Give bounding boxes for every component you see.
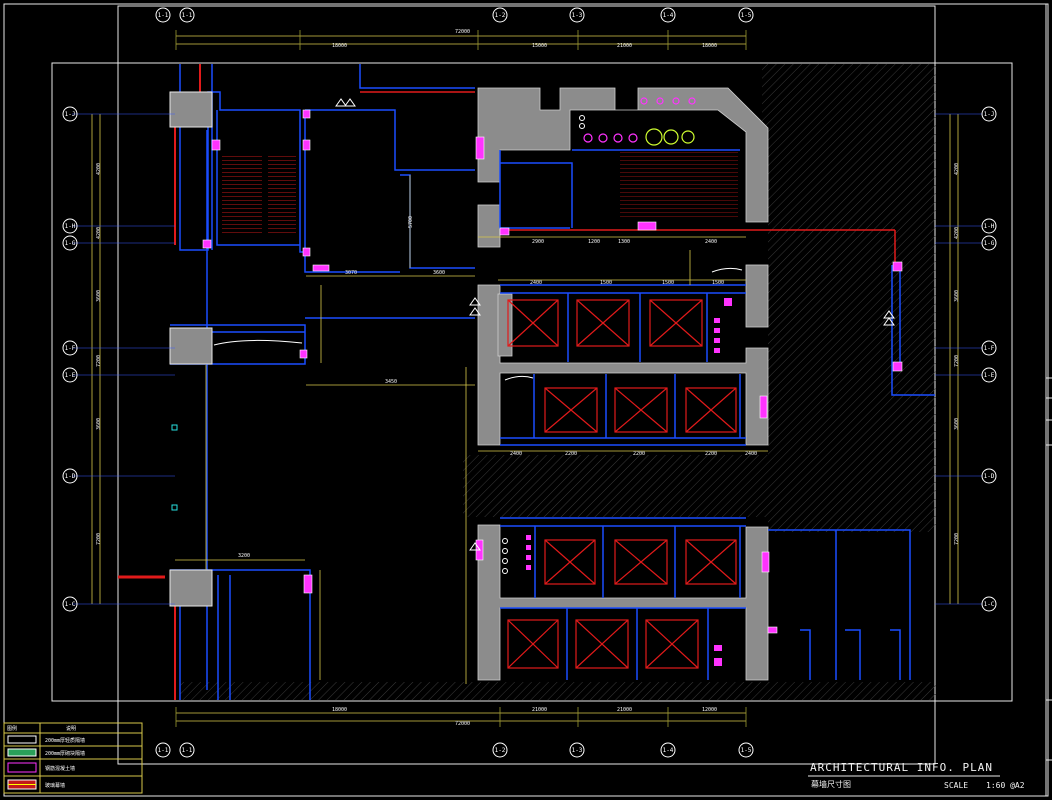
dim-lobby-1: 3070 xyxy=(345,270,357,276)
bubble-left-1: 1-J xyxy=(65,111,76,118)
dim-left-5: 3600 xyxy=(96,418,102,430)
left-wing xyxy=(170,64,475,700)
dim-right-5: 3600 xyxy=(954,418,960,430)
bubble-top-3: 1-2 xyxy=(495,12,506,19)
dim-elev2-1: 2400 xyxy=(510,451,522,457)
dim-shaft-4: 2400 xyxy=(705,239,717,245)
dim-bottom-seg-2: 21000 xyxy=(532,707,547,713)
bubble-bottom-1: 1-1 xyxy=(158,747,169,754)
dim-elev2-3: 2200 xyxy=(633,451,645,457)
dim-left-6: 7200 xyxy=(96,533,102,545)
bubble-left-4: 1-F xyxy=(65,345,76,352)
dim-elev2-4: 2200 xyxy=(705,451,717,457)
bubble-left-7: 1-C xyxy=(65,601,76,608)
dim-elev1-2: 1500 xyxy=(600,280,612,286)
dim-left-1: 4200 xyxy=(96,163,102,175)
dim-lobby-4: 3200 xyxy=(238,553,250,559)
dim-bottom-total: 72000 xyxy=(455,721,470,727)
bubble-bottom-2: 1-1 xyxy=(182,747,193,754)
dim-shaft-1: 2900 xyxy=(532,239,544,245)
dim-left-3: 3600 xyxy=(96,290,102,302)
dim-top-seg-4: 18000 xyxy=(702,43,717,49)
dim-elev2-2: 2200 xyxy=(565,451,577,457)
bubble-top-2: 1-1 xyxy=(182,12,193,19)
dim-bottom-seg-3: 21000 xyxy=(617,707,632,713)
stair-core xyxy=(620,150,738,220)
bubble-bottom-6: 1-5 xyxy=(741,747,752,754)
dim-right-1: 4200 xyxy=(954,163,960,175)
bubble-bottom-3: 1-2 xyxy=(495,747,506,754)
bubble-top-5: 1-4 xyxy=(663,12,674,19)
bubble-top-6: 1-5 xyxy=(741,12,752,19)
legend-table xyxy=(3,722,143,794)
bubble-bottom-5: 1-4 xyxy=(663,747,674,754)
bubble-left-5: 1-E xyxy=(65,372,76,379)
legend-row-1: 200mm厚轻质隔墙 xyxy=(45,737,85,744)
hatch-top-zone xyxy=(762,64,936,222)
dim-right-6: 7200 xyxy=(954,533,960,545)
dim-elev1-3: 1500 xyxy=(662,280,674,286)
bubble-left-2: 1-H xyxy=(65,223,76,230)
stair-left xyxy=(222,155,262,235)
dim-elev1-1: 2400 xyxy=(530,280,542,286)
legend-row-2: 200mm厚砌块隔墙 xyxy=(45,750,85,757)
bubble-right-7: 1-C xyxy=(984,601,995,608)
bubble-right-1: 1-J xyxy=(984,111,995,118)
hatch-bottom-zone xyxy=(180,682,936,700)
sheet-edge-marks xyxy=(1046,377,1052,761)
dim-lobby-3: 3450 xyxy=(385,379,397,385)
scale-value: 1:60 @A2 xyxy=(986,781,1025,790)
bubble-right-6: 1-D xyxy=(984,473,995,480)
dim-shaft-3: 1300 xyxy=(618,239,630,245)
hatch-right-zone xyxy=(768,222,936,532)
bubble-top-1: 1-1 xyxy=(158,12,169,19)
legend-row-4: 玻璃幕墙 xyxy=(45,782,65,789)
bubble-right-5: 1-E xyxy=(984,372,995,379)
dim-top-total: 72000 xyxy=(455,29,470,35)
dim-top-seg-1: 18000 xyxy=(332,43,347,49)
drawing-subtitle: 幕墙尺寸图 xyxy=(811,779,851,789)
bubble-right-2: 1-H xyxy=(984,223,995,230)
dim-lobby-2: 3600 xyxy=(433,270,445,276)
dim-right-2: 4200 xyxy=(954,227,960,239)
legend-row-3: 钢筋混凝土墙 xyxy=(45,765,75,772)
hatch-mid-zone xyxy=(463,455,768,517)
bubble-right-3: 1-G xyxy=(984,240,995,247)
legend-header-1: 图例 xyxy=(7,725,17,732)
scale-label: SCALE xyxy=(944,781,968,790)
bubble-left-6: 1-D xyxy=(65,473,76,480)
dim-top-seg-2: 15000 xyxy=(532,43,547,49)
dim-left-4: 7200 xyxy=(96,355,102,367)
dim-elev2-5: 2400 xyxy=(745,451,757,457)
dim-lobby-5: 5700 xyxy=(408,216,414,228)
bubble-right-4: 1-F xyxy=(984,345,995,352)
drawing-title: ARCHITECTURAL INFO. PLAN xyxy=(810,761,993,774)
dim-bottom-seg-4: 12000 xyxy=(702,707,717,713)
stair-left-2 xyxy=(268,155,296,235)
bubble-left-3: 1-G xyxy=(65,240,76,247)
legend-header-2: 说明 xyxy=(66,725,76,732)
floor-plan-drawing: 72000 18000 15000 21000 18000 18000 2100… xyxy=(3,3,1052,797)
dim-top-seg-3: 21000 xyxy=(617,43,632,49)
bubble-top-4: 1-3 xyxy=(572,12,583,19)
cyan-marks xyxy=(171,424,178,511)
dim-right-4: 7200 xyxy=(954,355,960,367)
dim-elev1-4: 1500 xyxy=(712,280,724,286)
bubble-bottom-4: 1-3 xyxy=(572,747,583,754)
dim-shaft-2: 1200 xyxy=(588,239,600,245)
dim-bottom-seg-1: 18000 xyxy=(332,707,347,713)
dim-right-3: 3600 xyxy=(954,290,960,302)
dim-left-2: 4200 xyxy=(96,227,102,239)
